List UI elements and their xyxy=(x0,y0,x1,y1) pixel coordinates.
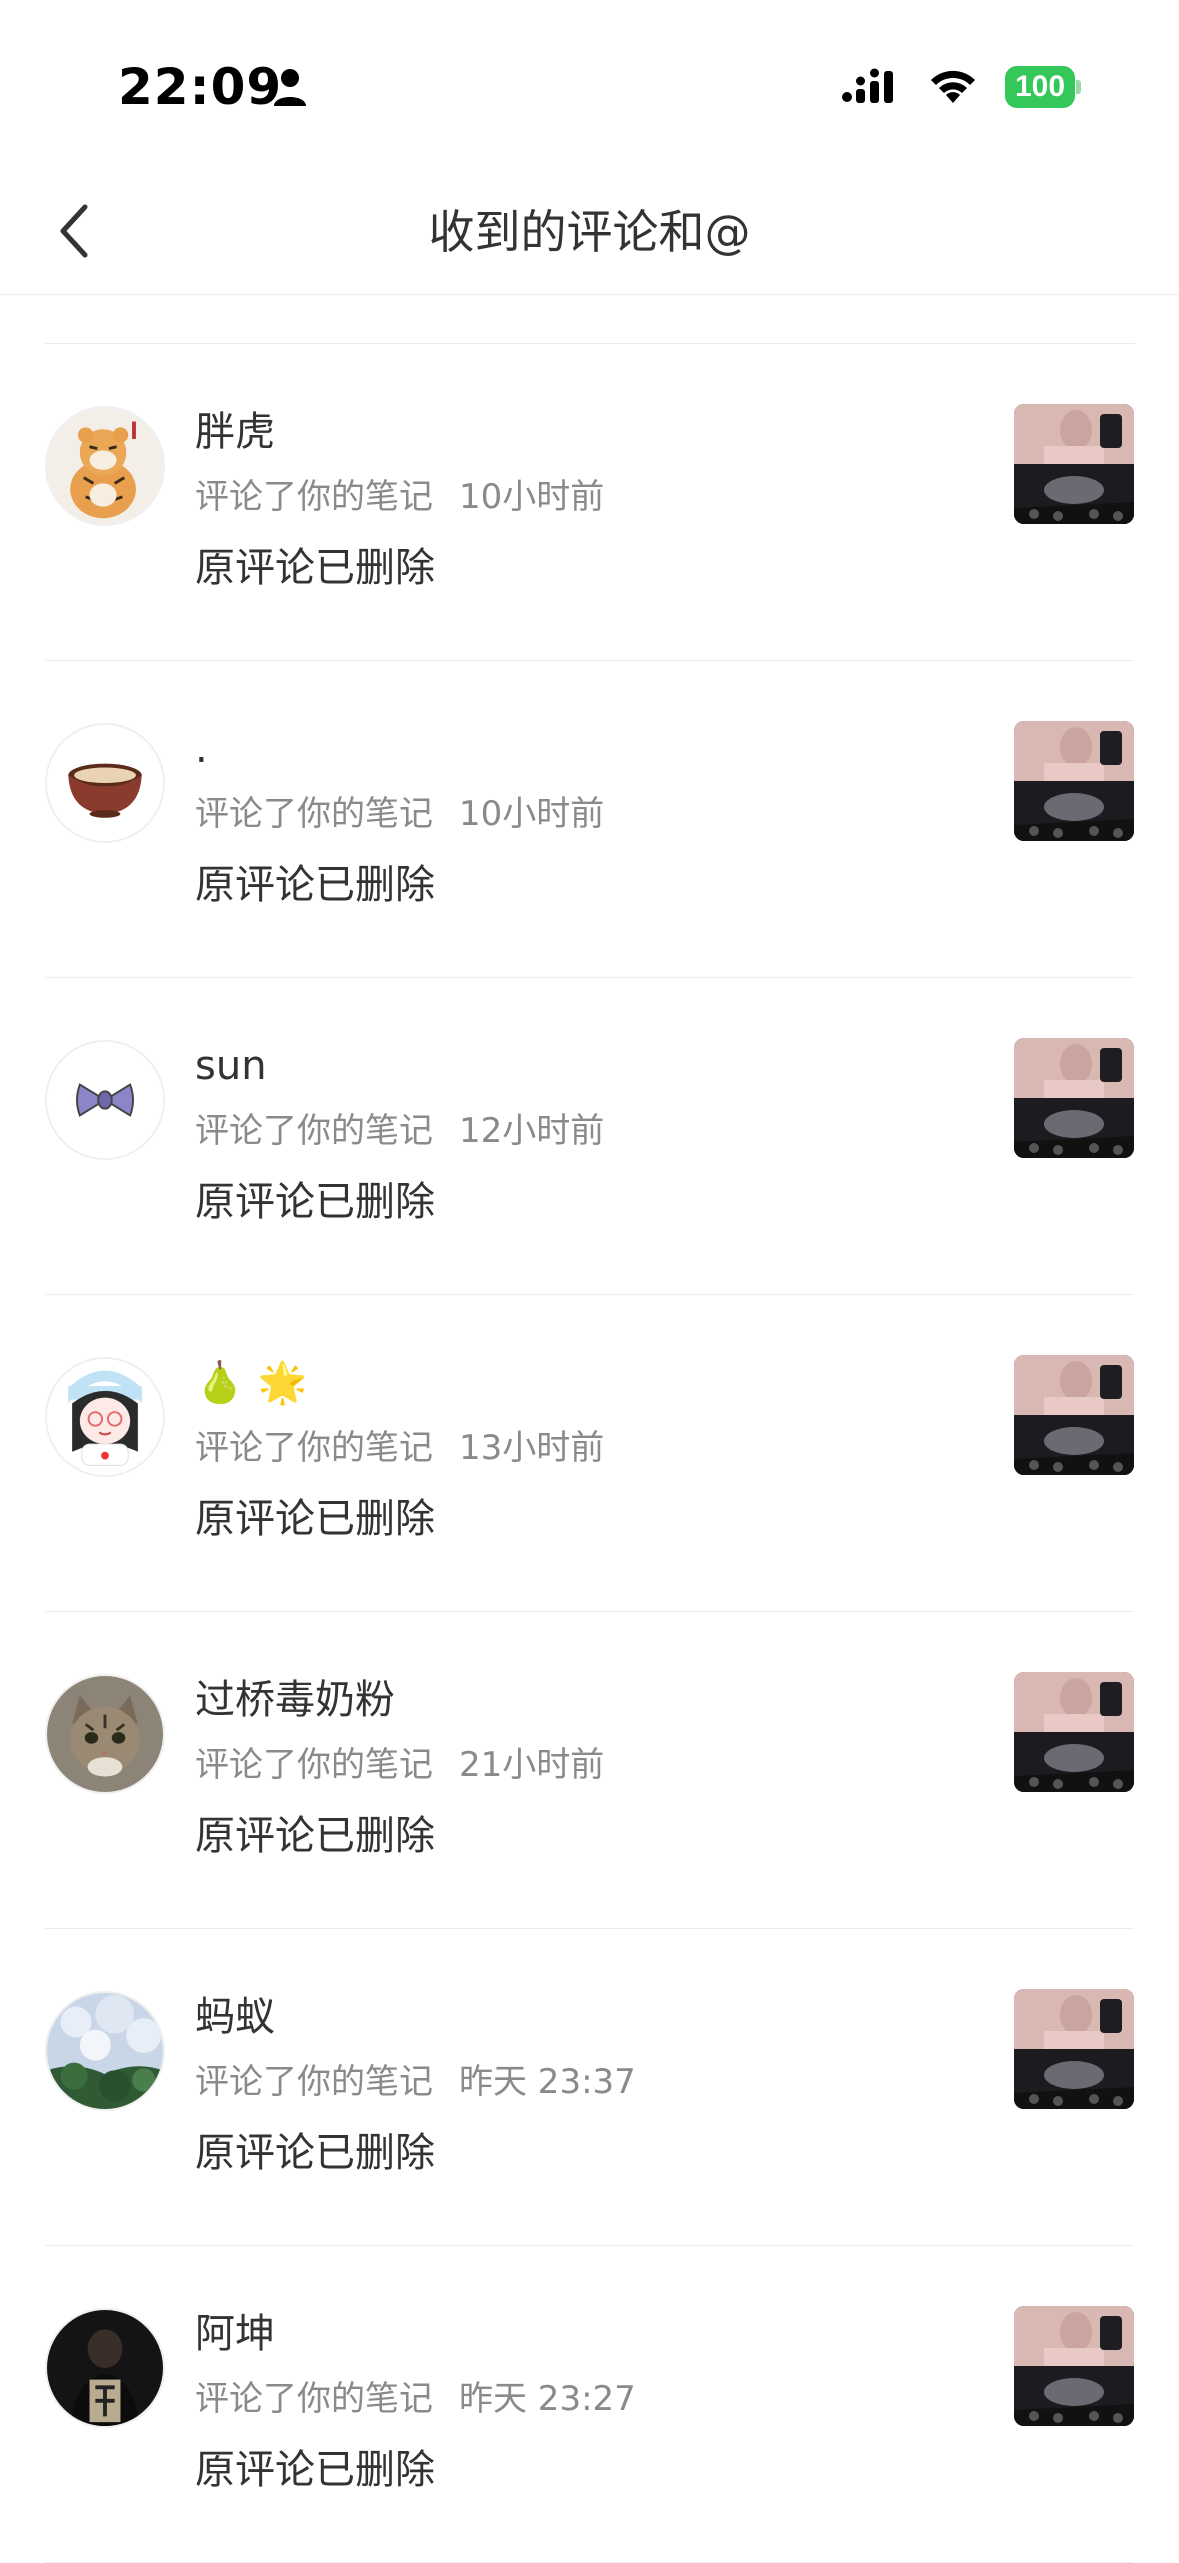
comment-list: 胖虎 评论了你的笔记 10小时前 原评论已删除 . 评论了你的笔记 10小时前 … xyxy=(0,344,1179,2563)
action-text: 评论了你的笔记 xyxy=(195,477,433,517)
comment-text: 原评论已删除 xyxy=(195,2130,435,2176)
list-item[interactable]: 🍐 🌟 评论了你的笔记 13小时前 原评论已删除 xyxy=(45,1295,1134,1612)
status-icons: 100 xyxy=(841,62,1081,112)
action-text: 评论了你的笔记 xyxy=(195,2062,433,2102)
tiger-avatar[interactable] xyxy=(45,406,165,526)
note-thumbnail[interactable] xyxy=(1014,1355,1134,1475)
user-name[interactable]: . xyxy=(195,721,208,777)
timestamp: 13小时前 xyxy=(459,1428,605,1468)
status-time: 22:09 xyxy=(118,58,283,116)
timestamp: 12小时前 xyxy=(459,1111,605,1151)
comment-meta: 评论了你的笔记 21小时前 xyxy=(195,1740,604,1790)
comment-meta: 评论了你的笔记 12小时前 xyxy=(195,1106,604,1156)
navigation-bar: 收到的评论和@ xyxy=(0,170,1179,295)
action-text: 评论了你的笔记 xyxy=(195,1428,433,1468)
comment-text: 原评论已删除 xyxy=(195,1813,435,1859)
user-name[interactable]: 🍐 🌟 xyxy=(195,1355,307,1411)
list-item[interactable]: 过桥毒奶粉 评论了你的笔记 21小时前 原评论已删除 xyxy=(45,1612,1134,1929)
note-thumbnail[interactable] xyxy=(1014,721,1134,841)
timestamp: 10小时前 xyxy=(459,794,605,834)
note-thumbnail[interactable] xyxy=(1014,2306,1134,2426)
timestamp: 21小时前 xyxy=(459,1745,605,1785)
user-name[interactable]: sun xyxy=(195,1038,267,1094)
cellular-signal-icon xyxy=(842,68,893,103)
cartoon-girl-avatar[interactable] xyxy=(45,1357,165,1477)
action-text: 评论了你的笔记 xyxy=(195,1745,433,1785)
note-thumbnail[interactable] xyxy=(1014,1672,1134,1792)
timestamp: 昨天 23:37 xyxy=(459,2062,636,2102)
comment-text: 原评论已删除 xyxy=(195,862,435,908)
battery-level: 100 xyxy=(1005,66,1075,108)
user-name[interactable]: 胖虎 xyxy=(195,404,275,460)
timestamp: 昨天 23:27 xyxy=(459,2379,636,2419)
wifi-icon xyxy=(931,70,975,103)
action-text: 评论了你的笔记 xyxy=(195,1111,433,1151)
note-thumbnail[interactable] xyxy=(1014,1038,1134,1158)
list-item[interactable]: sun 评论了你的笔记 12小时前 原评论已删除 xyxy=(45,978,1134,1295)
list-item[interactable]: . 评论了你的笔记 10小时前 原评论已删除 xyxy=(45,661,1134,978)
user-name[interactable]: 阿坤 xyxy=(195,2306,275,2362)
user-name[interactable]: 过桥毒奶粉 xyxy=(195,1672,395,1728)
comment-text: 原评论已删除 xyxy=(195,545,435,591)
list-item[interactable]: 蚂蚁 评论了你的笔记 昨天 23:37 原评论已删除 xyxy=(45,1929,1134,2246)
status-bar: 22:09 100 xyxy=(0,0,1179,170)
comment-meta: 评论了你的笔记 昨天 23:37 xyxy=(195,2057,636,2107)
timestamp: 10小时前 xyxy=(459,477,605,517)
cat-avatar[interactable] xyxy=(45,1674,165,1794)
list-item[interactable]: 胖虎 评论了你的笔记 10小时前 原评论已删除 xyxy=(45,344,1134,661)
comment-text: 原评论已删除 xyxy=(195,1496,435,1542)
dark-photo-avatar[interactable] xyxy=(45,2308,165,2428)
user-name[interactable]: 蚂蚁 xyxy=(195,1989,275,2045)
person-icon xyxy=(274,69,306,106)
action-text: 评论了你的笔记 xyxy=(195,2379,433,2419)
bowl-avatar[interactable] xyxy=(45,723,165,843)
list-item[interactable]: 阿坤 评论了你的笔记 昨天 23:27 原评论已删除 xyxy=(45,2246,1134,2563)
comment-meta: 评论了你的笔记 10小时前 xyxy=(195,789,604,839)
comment-text: 原评论已删除 xyxy=(195,1179,435,1225)
comment-text: 原评论已删除 xyxy=(195,2447,435,2493)
note-thumbnail[interactable] xyxy=(1014,404,1134,524)
comment-meta: 评论了你的笔记 13小时前 xyxy=(195,1423,604,1473)
comment-meta: 评论了你的笔记 10小时前 xyxy=(195,472,604,522)
page-title: 收到的评论和@ xyxy=(428,205,751,259)
bow-avatar[interactable] xyxy=(45,1040,165,1160)
action-text: 评论了你的笔记 xyxy=(195,794,433,834)
comment-meta: 评论了你的笔记 昨天 23:27 xyxy=(195,2374,636,2424)
snow-tree-avatar[interactable] xyxy=(45,1991,165,2111)
battery-icon: 100 xyxy=(1005,66,1081,108)
note-thumbnail[interactable] xyxy=(1014,1989,1134,2109)
